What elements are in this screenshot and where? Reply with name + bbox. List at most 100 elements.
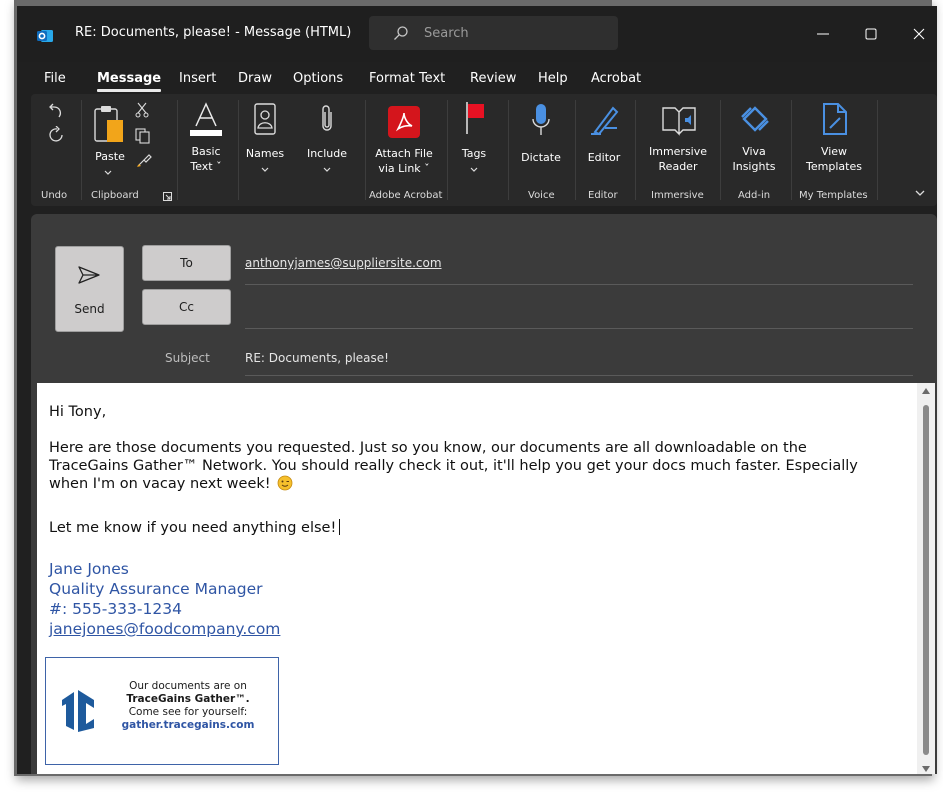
immersive-reader-button[interactable]: Immersive Reader [643, 144, 713, 174]
font-color-icon[interactable] [188, 102, 224, 138]
tab-draw[interactable]: Draw [238, 71, 272, 86]
maximize-icon [865, 28, 877, 40]
banner-link[interactable]: gather.tracegains.com [108, 719, 268, 731]
dictate-button[interactable]: Dictate [515, 150, 567, 165]
viva-insights-icon[interactable] [738, 102, 772, 136]
tab-acrobat[interactable]: Acrobat [591, 71, 641, 86]
subject-field[interactable]: RE: Documents, please! [245, 351, 389, 365]
separator [791, 100, 792, 200]
chevron-down-icon[interactable] [322, 166, 332, 174]
viva-insights-button[interactable]: Viva Insights [727, 144, 781, 174]
to-button[interactable]: To [142, 245, 231, 281]
banner-text: Our documents are on [129, 680, 247, 692]
tab-format-text[interactable]: Format Text [369, 71, 445, 86]
tab-message[interactable]: Message [97, 71, 162, 92]
group-clipboard-label: Clipboard [91, 190, 139, 201]
greeting-text: Hi Tony, [49, 404, 107, 420]
signature-phone: #: 555-333-1234 [49, 600, 182, 618]
view-templates-button[interactable]: View Templates [797, 144, 871, 174]
immersive-label-2: Reader [658, 160, 698, 173]
group-undo-label: Undo [41, 190, 68, 201]
microphone-icon[interactable] [530, 102, 552, 138]
immersive-reader-icon[interactable] [661, 104, 697, 138]
separator [238, 100, 239, 200]
body-paragraph-2: Let me know if you need anything else! [49, 519, 341, 537]
banner-text: Come see for yourself: [128, 706, 248, 718]
compose-pane: Send To anthonyjames@suppliersite.com Cc… [31, 214, 937, 774]
group-addin-label: Add-in [738, 190, 771, 201]
editor-pen-icon[interactable] [587, 104, 621, 138]
tab-review[interactable]: Review [470, 71, 516, 86]
vertical-scrollbar[interactable] [917, 383, 935, 774]
copy-icon[interactable] [135, 128, 151, 144]
separator [720, 100, 721, 200]
signature-name: Jane Jones [49, 560, 129, 578]
viva-label: Viva [742, 145, 766, 158]
maximize-button[interactable] [851, 18, 891, 50]
group-immersive-label: Immersive [651, 190, 704, 201]
subject-label: Subject [165, 351, 210, 365]
message-body[interactable]: Hi Tony, Here are those documents you re… [37, 383, 917, 774]
field-divider [245, 375, 913, 376]
send-label: Send [74, 302, 105, 316]
include-button[interactable]: Include [301, 146, 353, 161]
dialog-launcher-icon[interactable] [163, 192, 172, 201]
signature-email-link[interactable]: janejones@foodcompany.com [49, 619, 280, 639]
basic-text-label: Basic [191, 145, 221, 158]
tab-options[interactable]: Options [293, 71, 343, 86]
to-recipient[interactable]: anthonyjames@suppliersite.com [245, 256, 442, 270]
body-line-text: Let me know if you need anything else! [49, 520, 337, 536]
immersive-label: Immersive [648, 145, 708, 158]
format-painter-icon[interactable] [135, 151, 153, 169]
search-icon [394, 26, 408, 40]
tags-button[interactable]: Tags [453, 146, 495, 161]
cc-button[interactable]: Cc [142, 289, 231, 325]
field-divider [245, 328, 913, 329]
body-line: TraceGains Gather™ Network. You should r… [49, 458, 858, 474]
field-divider [245, 284, 913, 285]
close-button[interactable] [899, 18, 937, 50]
scroll-down-icon[interactable] [921, 765, 931, 773]
chevron-down-icon[interactable] [260, 166, 270, 174]
attach-label: Attach File [375, 147, 433, 160]
basic-text-label-2: Text ˇ [190, 160, 222, 173]
undo-icon[interactable] [48, 101, 64, 119]
separator [877, 100, 878, 200]
paste-button[interactable]: Paste [93, 149, 127, 164]
body-line: when I'm on vacay next week! [49, 475, 858, 493]
window-title: RE: Documents, please! - Message (HTML) [75, 25, 352, 40]
separator [447, 100, 448, 200]
chevron-down-icon[interactable] [103, 169, 113, 177]
minimize-icon [817, 33, 829, 35]
paste-icon[interactable] [93, 104, 127, 146]
address-book-icon[interactable] [252, 102, 278, 136]
redo-icon[interactable] [48, 126, 66, 144]
chevron-down-icon[interactable] [469, 166, 479, 174]
names-button[interactable]: Names [241, 146, 289, 161]
basic-text-button[interactable]: Basic Text ˇ [181, 144, 231, 174]
attach-via-link-button[interactable]: Attach File via Link ˇ [371, 146, 437, 176]
tab-file[interactable]: File [44, 71, 66, 86]
cut-icon[interactable] [135, 102, 149, 118]
tab-help[interactable]: Help [538, 71, 568, 86]
separator [177, 100, 178, 200]
templates-label-2: Templates [806, 160, 862, 173]
flag-icon[interactable] [463, 100, 487, 136]
scroll-up-icon[interactable] [921, 387, 931, 395]
editor-button[interactable]: Editor [582, 150, 626, 165]
to-field[interactable]: anthonyjames@suppliersite.com [245, 256, 442, 270]
minimize-button[interactable] [803, 18, 843, 50]
send-icon [78, 266, 100, 284]
search-placeholder: Search [424, 26, 469, 41]
ribbon: Undo Paste Clipboard Basic Text ˇ Names … [31, 94, 937, 206]
tracegains-banner[interactable]: Our documents are on TraceGains Gather™.… [45, 657, 279, 765]
search-box[interactable]: Search [369, 16, 618, 50]
templates-icon[interactable] [820, 102, 850, 136]
acrobat-icon[interactable] [388, 106, 420, 138]
paperclip-icon[interactable] [318, 102, 336, 136]
ribbon-expand-icon[interactable] [914, 188, 926, 198]
banner-text: TraceGains Gather™. [126, 693, 250, 705]
send-button[interactable]: Send [55, 246, 124, 332]
scrollbar-thumb[interactable] [923, 405, 929, 755]
tab-insert[interactable]: Insert [179, 71, 216, 86]
